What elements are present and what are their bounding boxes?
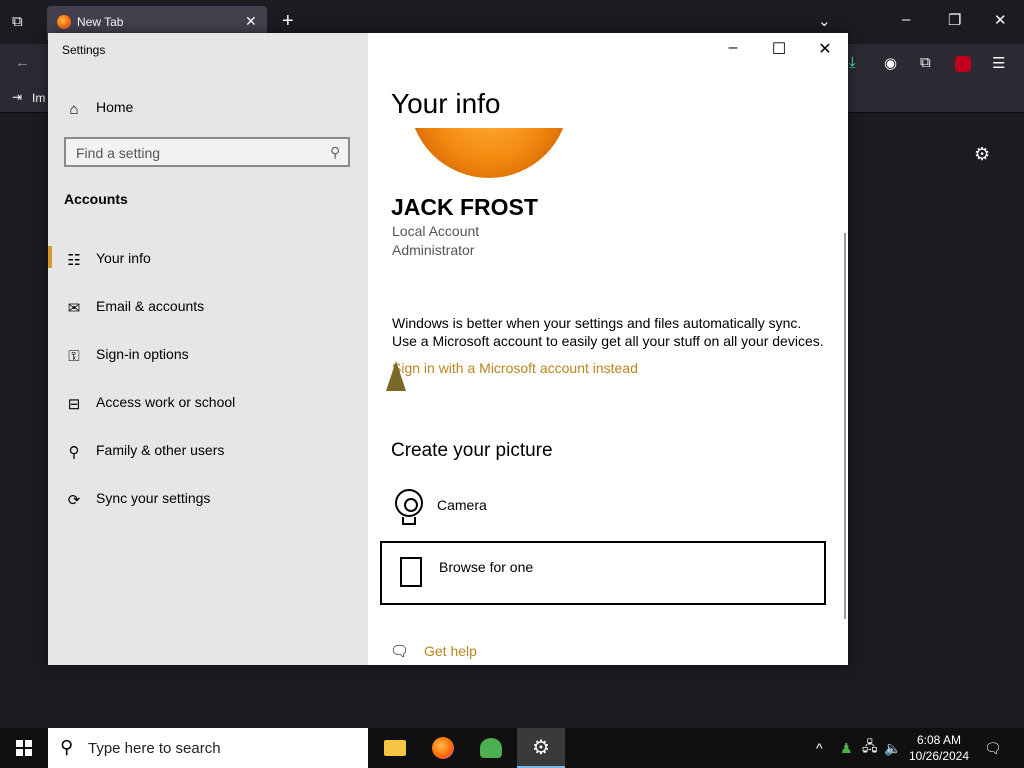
search-icon: ⚲ <box>329 144 340 160</box>
firefox-button[interactable] <box>419 728 467 768</box>
minimize-button[interactable]: – <box>710 39 756 59</box>
bookmark-import-label[interactable]: Im <box>32 91 45 105</box>
browse-option[interactable]: Browse for one <box>380 541 826 605</box>
tab-list-icon[interactable]: ⧉ <box>12 13 23 30</box>
taskbar-search[interactable]: ⚲ Type here to search <box>48 728 368 768</box>
user-tray-icon[interactable]: ♟ <box>840 728 853 768</box>
get-help-link[interactable]: Get help <box>424 643 477 659</box>
camera-label: Camera <box>437 497 487 513</box>
volume-icon[interactable]: 🔈 <box>884 728 901 768</box>
file-explorer-button[interactable] <box>371 728 419 768</box>
taskbar-search-placeholder: Type here to search <box>88 740 221 757</box>
sync-description-line1: Windows is better when your settings and… <box>392 315 802 331</box>
sidebar-item-label: Email & accounts <box>96 298 205 314</box>
sidebar-item-label: Access work or school <box>96 394 236 410</box>
settings-main-pane: – ☐ ✕ Your info JACK FROST Local Account… <box>368 33 848 665</box>
account-icon[interactable]: ◉ <box>884 54 897 72</box>
notifications-icon[interactable]: 🗨 <box>984 728 1002 768</box>
import-icon[interactable]: ⇥ <box>12 90 22 104</box>
restore-icon[interactable]: ❐ <box>948 11 961 29</box>
close-icon[interactable]: ✕ <box>994 11 1007 29</box>
maximize-button[interactable]: ☐ <box>756 39 802 59</box>
extensions-icon[interactable]: ⧉ <box>920 54 931 71</box>
tab-title: New Tab <box>77 15 124 29</box>
busy-cursor-icon <box>386 361 406 391</box>
add-person-icon: ⚲ <box>68 444 80 461</box>
network-icon[interactable]: 🖧 <box>862 728 878 768</box>
gear-icon: ⚙ <box>532 736 550 759</box>
users-app-button[interactable] <box>467 728 515 768</box>
sidebar-item-sign-in-options[interactable]: ⚿ Sign-in options <box>64 344 354 374</box>
sidebar-item-email-accounts[interactable]: ✉ Email & accounts <box>64 296 354 326</box>
nav-home[interactable]: ⌂ Home <box>64 97 354 127</box>
sidebar-item-label: Sign-in options <box>96 346 189 362</box>
mail-icon: ✉ <box>67 300 81 317</box>
folder-icon <box>384 740 406 756</box>
briefcase-icon: ⊟ <box>67 396 81 413</box>
settings-window: Settings ⌂ Home Find a setting ⚲ Account… <box>48 33 848 665</box>
close-tab-icon[interactable]: ✕ <box>245 13 257 30</box>
back-icon[interactable]: ← <box>15 54 30 71</box>
account-type: Local Account <box>392 223 480 239</box>
home-icon: ⌂ <box>69 100 79 118</box>
file-icon <box>400 557 422 587</box>
minimize-icon[interactable]: – <box>902 11 910 28</box>
taskbar: ⚲ Type here to search ⚙ ^ ♟ 🖧 🔈 6:08 AM … <box>0 728 1024 768</box>
clock[interactable]: 6:08 AM 10/26/2024 <box>904 732 974 764</box>
show-hidden-icons[interactable]: ^ <box>816 728 823 768</box>
sidebar-item-label: Sync your settings <box>96 490 211 506</box>
page-title: Your info <box>391 88 501 119</box>
nav-home-label: Home <box>96 99 134 115</box>
sidebar-item-sync-settings[interactable]: ⟳ Sync your settings <box>64 488 354 518</box>
sidebar-item-your-info[interactable]: ☷ Your info <box>64 248 354 278</box>
new-tab-button[interactable]: + <box>282 10 294 33</box>
download-icon[interactable]: ⤓ <box>849 54 856 71</box>
search-icon: ⚲ <box>60 737 74 757</box>
menu-icon[interactable]: ☰ <box>992 54 1005 72</box>
avatar <box>401 128 577 186</box>
key-icon: ⚿ <box>68 347 80 365</box>
sidebar-item-access-work[interactable]: ⊟ Access work or school <box>64 392 354 422</box>
pumpkin-image <box>409 128 569 178</box>
close-button[interactable]: ✕ <box>802 39 848 59</box>
microsoft-sign-in-link[interactable]: Sign in with a Microsoft account instead <box>392 360 638 376</box>
clock-date: 10/26/2024 <box>908 749 970 763</box>
selection-indicator <box>48 246 52 268</box>
sync-description-line2: Use a Microsoft account to easily get al… <box>392 333 824 349</box>
search-placeholder: Find a setting <box>76 145 161 161</box>
camera-icon <box>395 489 423 517</box>
camera-option[interactable]: Camera <box>380 479 826 543</box>
section-heading: Accounts <box>64 191 128 207</box>
create-picture-heading: Create your picture <box>391 440 553 461</box>
firefox-icon <box>57 15 71 29</box>
person-card-icon: ☷ <box>67 252 81 269</box>
list-all-tabs-icon[interactable]: ⌄ <box>818 12 831 30</box>
sidebar-item-family-users[interactable]: ⚲ Family & other users <box>64 440 354 470</box>
ublock-icon[interactable] <box>955 56 971 72</box>
help-chat-icon: 🗨 <box>390 643 410 660</box>
sync-icon: ⟳ <box>67 492 81 509</box>
account-role: Administrator <box>392 242 475 258</box>
clock-time: 6:08 AM <box>916 733 962 747</box>
settings-sidebar: Settings ⌂ Home Find a setting ⚲ Account… <box>48 33 368 665</box>
user-name: JACK FROST <box>391 194 538 220</box>
sidebar-item-label: Family & other users <box>96 442 225 458</box>
users-icon <box>480 738 502 758</box>
scrollbar[interactable] <box>844 233 846 619</box>
start-button[interactable] <box>0 728 48 768</box>
firefox-icon <box>432 737 454 759</box>
window-title: Settings <box>62 43 106 57</box>
sidebar-item-label: Your info <box>96 250 151 266</box>
settings-taskbar-button[interactable]: ⚙ <box>517 728 565 768</box>
gear-icon[interactable]: ⚙ <box>974 144 990 165</box>
camera-stand <box>402 517 416 525</box>
search-input[interactable]: Find a setting ⚲ <box>64 137 350 167</box>
windows-icon <box>16 740 32 756</box>
browse-label: Browse for one <box>439 559 534 575</box>
